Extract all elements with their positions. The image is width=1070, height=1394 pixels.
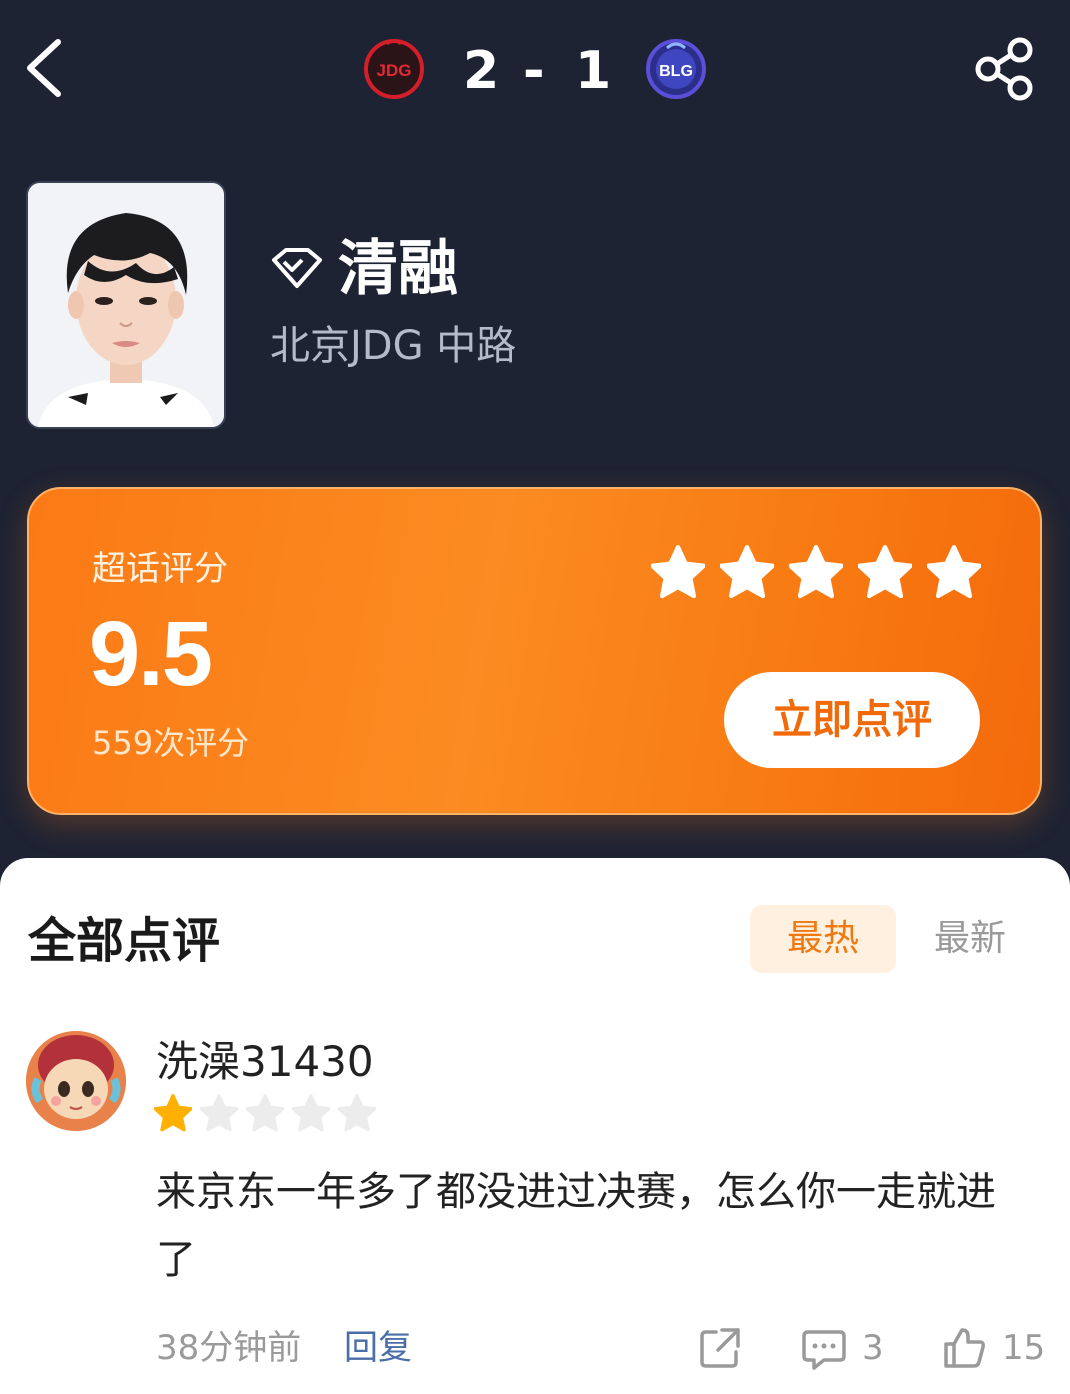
star-icon [858,545,912,599]
star-empty-icon [338,1094,376,1132]
top-bar: JDG 2 - 1 BLG [0,0,1070,140]
star-filled-icon [154,1094,192,1132]
like-count: 15 [1002,1328,1046,1368]
review-stars [154,1094,384,1132]
comment-count: 3 [862,1328,884,1368]
review-username[interactable]: 洗澡31430 [156,1034,374,1090]
back-button[interactable] [22,36,72,100]
score-left: 2 [463,41,500,101]
star-empty-icon [246,1094,284,1132]
player-photo [26,181,226,429]
rating-label: 超话评分 [92,549,228,589]
team-logo-jdg[interactable]: JDG [363,38,425,100]
match-score: JDG 2 - 1 BLG [360,36,710,106]
svg-text:BLG: BLG [659,63,693,80]
star-empty-icon [200,1094,238,1132]
sort-new-tab[interactable]: 最新 [920,905,1020,973]
team-logo-blg[interactable]: BLG [645,38,707,100]
player-team-position: 北京JDG 中路 [270,323,517,369]
score-separator: - [523,41,545,101]
share-button[interactable] [970,36,1040,102]
rating-card: 超话评分 9.5 559次评分 立即点评 [27,487,1042,815]
star-icon [651,545,705,599]
user-avatar-icon [26,1031,126,1131]
star-icon [720,545,774,599]
svg-text:JDG: JDG [377,61,412,80]
player-portrait-icon [28,183,224,427]
chevron-left-icon [27,39,61,97]
star-icon [927,545,981,599]
star-empty-icon [292,1094,330,1132]
score-right: 1 [575,41,612,101]
rating-stars [651,545,991,599]
share-out-icon[interactable] [698,1326,742,1370]
blg-logo-icon: BLG [646,39,706,99]
review-text: 来京东一年多了都没进过决赛，怎么你一走就进了 [156,1169,996,1283]
star-icon [789,545,843,599]
jdg-logo-icon: JDG [364,39,424,99]
reviews-title: 全部点评 [28,913,221,969]
rating-count: 559次评分 [92,724,250,762]
player-name: 清融 [338,234,458,304]
review-time: 38分钟前 [156,1328,302,1368]
rating-score: 9.5 [89,603,213,705]
diamond-icon [272,248,322,288]
reviews-panel: 全部点评 最热 最新 洗澡31430 来京东一年多了都没进过决赛，怎么你一走就进… [0,858,1070,1394]
reply-button[interactable]: 回复 [344,1324,412,1372]
rate-now-button[interactable]: 立即点评 [724,672,980,768]
sort-hot-tab[interactable]: 最热 [750,905,896,973]
avatar[interactable] [26,1031,126,1131]
share-icon [975,37,1033,101]
comment-icon[interactable] [802,1326,846,1370]
like-icon[interactable] [942,1326,986,1370]
